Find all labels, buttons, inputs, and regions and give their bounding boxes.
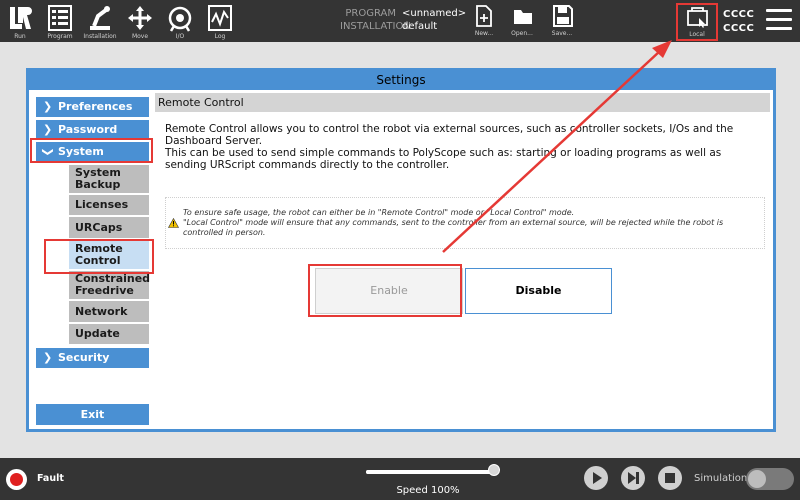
save-program-label: Save... (551, 30, 573, 37)
nav-remote-control[interactable]: Remote Control (69, 240, 149, 269)
nav-update-label: Update (75, 327, 120, 340)
nav-preferences[interactable]: ❯ Preferences (36, 97, 149, 117)
safety-notice: To ensure safe usage, the robot can eith… (165, 197, 765, 249)
speed-label: Speed 100% (396, 485, 460, 496)
robot-identifier-line-1: CCCC (723, 9, 755, 20)
open-program-button[interactable]: Open... (504, 3, 540, 39)
warning-icon (168, 218, 179, 228)
step-icon (628, 472, 639, 484)
local-control-label: Local (689, 31, 705, 38)
fault-status-label: Fault (37, 473, 64, 484)
new-program-label: New... (474, 30, 494, 37)
notice-line-1: To ensure safe usage, the robot can eith… (183, 208, 575, 217)
program-name: <unnamed> (402, 8, 467, 19)
run-tab-label: Run (14, 33, 26, 40)
exit-button[interactable]: Exit (36, 404, 149, 425)
nav-licenses-label: Licenses (75, 198, 129, 211)
move-tab[interactable]: Move (123, 3, 157, 41)
simulation-toggle-knob (748, 470, 766, 488)
local-control-button[interactable]: Local (676, 3, 718, 41)
play-icon (593, 472, 602, 484)
program-key: PROGRAM (345, 8, 396, 19)
io-tab[interactable]: I/O (163, 3, 197, 41)
speed-slider-fill (366, 470, 494, 474)
hamburger-menu-icon[interactable] (766, 9, 792, 31)
nav-remote-control-label: Remote Control (75, 241, 123, 267)
nav-constrained-freedrive-label: Constrained Freedrive (75, 272, 151, 297)
speed-slider[interactable] (366, 470, 494, 474)
safety-notice-text: To ensure safe usage, the robot can eith… (183, 208, 763, 238)
nav-licenses[interactable]: Licenses (69, 195, 149, 215)
installation-icon (90, 6, 110, 30)
settings-title: Settings (29, 71, 773, 90)
settings-window: Settings ❯ Preferences ❯ Password ❯ Syst… (26, 68, 776, 432)
save-program-button[interactable]: Save... (544, 3, 580, 39)
description-paragraph-1: Remote Control allows you to control the… (165, 123, 734, 147)
save-disk-icon (553, 5, 573, 27)
nav-system-backup-label: System Backup (75, 166, 121, 191)
bottom-status-bar: Fault Speed 100% Simulation (0, 458, 800, 500)
folder-icon (514, 10, 532, 24)
robot-identifier: CCCC CCCC (723, 8, 754, 36)
ur-logo-icon (10, 7, 32, 29)
enable-remote-control-button[interactable]: Enable (315, 268, 463, 314)
log-tab-label: Log (214, 33, 226, 40)
nav-urcaps-label: URCaps (75, 220, 123, 234)
nav-update[interactable]: Update (69, 324, 149, 344)
nav-password-label: Password (58, 123, 118, 136)
new-file-icon (476, 5, 492, 27)
stop-button[interactable] (658, 466, 682, 490)
nav-system[interactable]: ❯ System (36, 142, 149, 162)
program-tab[interactable]: Program (43, 3, 77, 41)
move-tab-label: Move (131, 33, 149, 40)
io-tab-label: I/O (175, 33, 185, 40)
new-program-button[interactable]: New... (466, 3, 502, 39)
description-paragraph-2: This can be used to send simple commands… (165, 147, 722, 171)
robot-identifier-line-2: CCCC (723, 23, 755, 34)
installation-key: INSTALLATION (340, 21, 411, 32)
notice-line-2: "Local Control" mode will ensure that an… (183, 218, 724, 237)
local-control-icon (687, 7, 708, 28)
log-tab[interactable]: Log (203, 3, 237, 41)
simulation-label: Simulation (694, 473, 748, 484)
program-tab-label: Program (47, 33, 73, 40)
nav-urcaps[interactable]: URCaps (69, 217, 149, 238)
disable-remote-control-button[interactable]: Disable (465, 268, 612, 314)
remote-control-panel: Remote Control Remote Control allows you… (155, 93, 770, 429)
chevron-right-icon: ❯ (43, 123, 53, 136)
log-icon (208, 5, 232, 31)
top-toolbar: Run Program Installation Move I/O Log PR… (0, 0, 800, 42)
program-info: PROGRAM <unnamed> INSTALLATIONdefault (340, 7, 466, 33)
nav-security-label: Security (58, 351, 110, 364)
panel-header: Remote Control (155, 93, 770, 112)
speed-slider-handle[interactable] (488, 464, 500, 476)
nav-network[interactable]: Network (69, 301, 149, 322)
simulation-toggle[interactable] (746, 468, 794, 490)
nav-preferences-label: Preferences (58, 100, 133, 113)
open-program-label: Open... (511, 30, 533, 37)
nav-password[interactable]: ❯ Password (36, 120, 149, 140)
nav-system-backup[interactable]: System Backup (69, 165, 149, 193)
installation-name: default (402, 21, 438, 32)
program-icon (48, 5, 72, 31)
move-arrows-icon (128, 6, 152, 30)
installation-tab-label: Installation (83, 33, 117, 40)
settings-sidebar: ❯ Preferences ❯ Password ❯ System System… (29, 90, 153, 429)
fault-status-icon[interactable] (6, 469, 27, 490)
run-tab[interactable]: Run (3, 3, 37, 41)
remote-control-description: Remote Control allows you to control the… (165, 123, 765, 171)
stop-icon (665, 473, 675, 483)
nav-security[interactable]: ❯ Security (36, 348, 149, 368)
io-icon (168, 6, 192, 32)
chevron-right-icon: ❯ (43, 351, 53, 364)
chevron-right-icon: ❯ (43, 100, 53, 113)
play-button[interactable] (584, 466, 608, 490)
nav-constrained-freedrive[interactable]: Constrained Freedrive (69, 271, 151, 299)
step-button[interactable] (621, 466, 645, 490)
installation-tab[interactable]: Installation (83, 3, 117, 41)
nav-network-label: Network (75, 304, 128, 318)
chevron-down-icon: ❯ (41, 147, 55, 157)
nav-system-label: System (58, 145, 104, 158)
